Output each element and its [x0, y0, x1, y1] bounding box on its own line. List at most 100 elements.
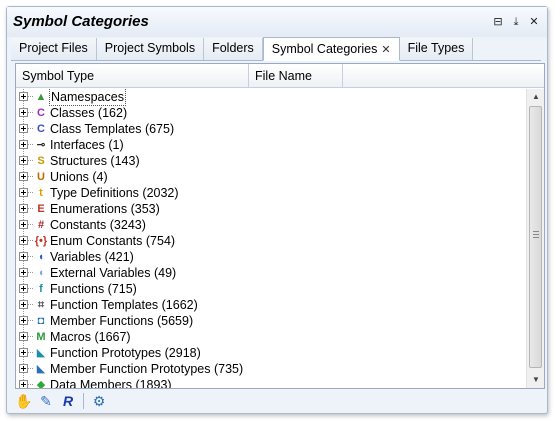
expand-icon[interactable] [19, 172, 28, 181]
tree-row[interactable]: C Classes (162) [16, 105, 525, 121]
tree-row[interactable]: ▲ Namespaces [16, 89, 525, 106]
constant-icon: # [37, 219, 45, 231]
macro-icon: M [36, 331, 46, 343]
expand-icon[interactable] [19, 364, 28, 373]
tree-connector [28, 256, 33, 257]
expand-icon[interactable] [19, 108, 28, 117]
tab-project-symbols[interactable]: Project Symbols [96, 38, 205, 60]
tree-row-label: Class Templates (675) [50, 122, 175, 136]
function-template-icon: ⌗ [37, 299, 45, 311]
tree-row-label: Namespaces [49, 89, 126, 106]
tree-row[interactable]: E Enumerations (353) [16, 201, 525, 217]
tab-file-types[interactable]: File Types [399, 38, 474, 60]
tree-row-label: Type Definitions (2032) [50, 186, 179, 200]
tree-row[interactable]: # Constants (3243) [16, 217, 525, 233]
tree-row[interactable]: M Macros (1667) [16, 329, 525, 345]
scroll-up-icon[interactable]: ▲ [527, 89, 545, 105]
tree-row[interactable]: ◖ External Variables (49) [16, 265, 525, 281]
tree-row[interactable]: U Unions (4) [16, 169, 525, 185]
union-icon: U [37, 171, 45, 183]
expand-icon[interactable] [19, 252, 28, 261]
tree-connector [28, 384, 33, 385]
tree-row[interactable]: {•} Enum Constants (754) [16, 233, 525, 249]
tree-connector [28, 208, 33, 209]
scroll-down-icon[interactable]: ▼ [527, 372, 545, 388]
tree-row[interactable]: S Structures (143) [16, 153, 525, 169]
tree-connector [28, 112, 33, 113]
expand-icon[interactable] [19, 316, 28, 325]
function-icon: f [39, 283, 43, 295]
member-function-prototype-icon: ◣ [36, 363, 46, 375]
tab-close-icon[interactable]: ✕ [381, 44, 390, 56]
tree-connector [28, 336, 33, 337]
expand-icon[interactable] [19, 348, 28, 357]
typedef-icon: t [39, 187, 43, 199]
class-template-icon: C [37, 123, 45, 135]
expand-icon[interactable] [19, 284, 28, 293]
class-icon: C [37, 107, 45, 119]
r-icon[interactable]: R [59, 392, 77, 410]
expand-icon[interactable] [19, 156, 28, 165]
tree-row[interactable]: t Type Definitions (2032) [16, 185, 525, 201]
scroll-thumb[interactable] [529, 106, 542, 368]
close-icon[interactable]: ✕ [527, 15, 541, 29]
title-bar: Symbol Categories ⊟ ⤓ ✕ [7, 7, 547, 37]
interface-icon: ⊸ [36, 139, 46, 151]
tree-row[interactable]: ◣ Member Function Prototypes (735) [16, 361, 525, 377]
vertical-scrollbar[interactable]: ▲ ▼ [526, 89, 544, 388]
tree-row[interactable]: f Functions (715) [16, 281, 525, 297]
tab-folders[interactable]: Folders [204, 38, 263, 60]
tree-row[interactable]: C Class Templates (675) [16, 121, 525, 137]
gear-icon[interactable]: ⚙ [90, 392, 108, 410]
tree-row-label: Interfaces (1) [50, 138, 124, 152]
hand-icon[interactable]: ✋ [15, 392, 33, 410]
expand-icon[interactable] [19, 124, 28, 133]
dock-icon[interactable]: ⤓ [509, 15, 523, 29]
enumeration-icon: E [37, 203, 45, 215]
tree-row[interactable]: ◖ Variables (421) [16, 249, 525, 265]
float-icon[interactable]: ⊟ [491, 15, 505, 29]
grip-icon [533, 231, 539, 238]
expand-icon[interactable] [19, 204, 28, 213]
expand-icon[interactable] [19, 140, 28, 149]
tree-row-label: Structures (143) [50, 154, 140, 168]
tree-row-label: External Variables (49) [50, 266, 177, 280]
expand-icon[interactable] [19, 220, 28, 229]
tree-row-label: Function Templates (1662) [50, 298, 198, 312]
expand-icon[interactable] [19, 92, 28, 101]
tree-row[interactable]: ⌗ Function Templates (1662) [16, 297, 525, 313]
tree-connector [28, 144, 33, 145]
tree-view: Symbol Type File Name ▲ Namespaces C Classe… [15, 63, 545, 389]
tree-row[interactable]: ◣ Function Prototypes (2918) [16, 345, 525, 361]
tab-strip: Project Files Project Symbols Folders Sy… [11, 37, 541, 61]
bottom-toolbar: ✋ ✎ R ⚙ [15, 391, 215, 411]
tree-row[interactable]: ◆ Data Members (1893) [16, 377, 525, 388]
panel-title: Symbol Categories [13, 13, 149, 30]
column-symbol-type[interactable]: Symbol Type [16, 64, 249, 88]
variable-icon: ◖ [37, 251, 45, 263]
tree-row-label: Classes (162) [50, 106, 128, 120]
expand-icon[interactable] [19, 380, 28, 388]
tree-row-label: Member Functions (5659) [50, 314, 194, 328]
new-item-icon[interactable]: ✎ [37, 392, 55, 410]
tree-row-label: Member Function Prototypes (735) [50, 362, 244, 376]
tree-connector [28, 176, 33, 177]
structure-icon: S [37, 155, 45, 167]
tree-connector [28, 240, 33, 241]
toolbar-separator [83, 393, 84, 409]
tree-row[interactable]: ◘ Member Functions (5659) [16, 313, 525, 329]
tree-row[interactable]: ⊸ Interfaces (1) [16, 137, 525, 153]
external-variable-icon: ◖ [37, 267, 45, 279]
expand-icon[interactable] [19, 188, 28, 197]
expand-icon[interactable] [19, 236, 28, 245]
expand-icon[interactable] [19, 268, 28, 277]
enum-constant-icon: {•} [34, 235, 48, 247]
expand-icon[interactable] [19, 300, 28, 309]
tree-row-label: Enumerations (353) [50, 202, 160, 216]
tab-symbol-categories[interactable]: Symbol Categories ✕ [262, 37, 400, 61]
tree-row-label: Data Members (1893) [50, 378, 172, 388]
tab-project-files[interactable]: Project Files [11, 38, 97, 60]
member-function-icon: ◘ [37, 315, 45, 327]
expand-icon[interactable] [19, 332, 28, 341]
column-file-name[interactable]: File Name [249, 64, 343, 88]
